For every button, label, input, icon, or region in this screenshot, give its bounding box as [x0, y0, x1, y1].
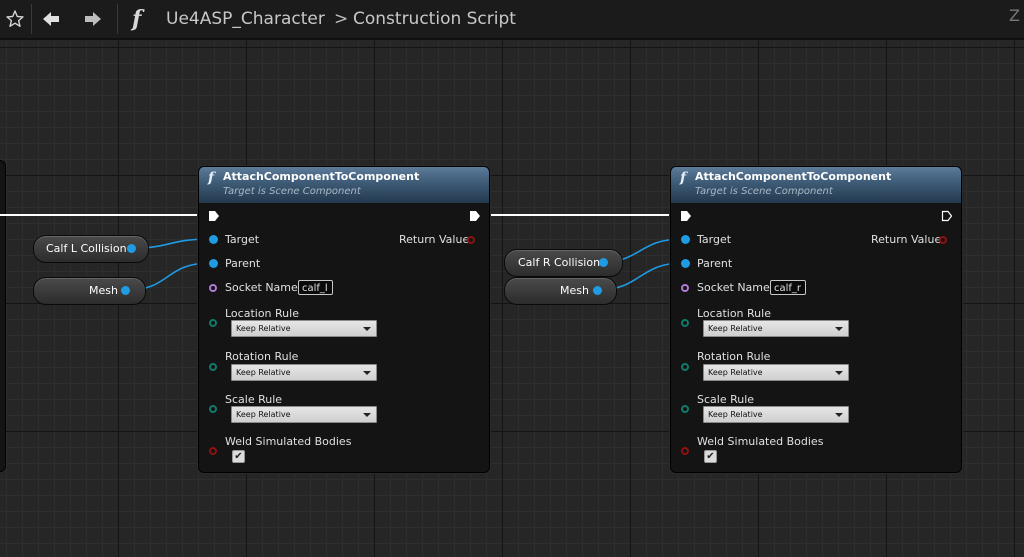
- breadcrumb-current[interactable]: Construction Script: [353, 0, 516, 38]
- weld-simulated-bodies-label: Weld Simulated Bodies: [225, 435, 352, 448]
- socket-name-label: Socket Name: [697, 281, 770, 294]
- calf-l-collision-getter[interactable]: Calf L Collision: [33, 235, 149, 263]
- location-rule-label: Location Rule: [697, 307, 771, 320]
- weld-pin-icon[interactable]: [681, 447, 689, 455]
- offscreen-node-edge[interactable]: [0, 160, 6, 472]
- function-icon: f: [208, 170, 215, 186]
- weld-checkbox[interactable]: ✔: [232, 450, 245, 463]
- node-subtitle: Target is Scene Component: [223, 186, 361, 197]
- mesh-left-getter[interactable]: Mesh: [33, 277, 146, 305]
- chevron-down-icon: [835, 327, 843, 331]
- target-pin-icon[interactable]: [209, 235, 218, 244]
- target-label: Target: [697, 233, 732, 246]
- exec-in-pin-icon[interactable]: [208, 210, 220, 222]
- location-rule-pin-icon[interactable]: [681, 319, 689, 327]
- calf-r-collision-getter[interactable]: Calf R Collision: [504, 249, 623, 277]
- scale-rule-pin-icon[interactable]: [209, 405, 217, 413]
- scale-rule-dropdown[interactable]: Keep Relative: [703, 406, 849, 423]
- dropdown-value: Keep Relative: [236, 324, 291, 333]
- rotation-rule-dropdown[interactable]: Keep Relative: [231, 364, 377, 381]
- parent-pin-icon[interactable]: [209, 259, 218, 268]
- node-title: AttachComponentToComponent: [695, 170, 892, 183]
- return-value-pin-icon[interactable]: [467, 236, 475, 244]
- output-pin-icon[interactable]: [599, 258, 608, 267]
- variable-label: Calf R Collision: [518, 256, 601, 269]
- chevron-down-icon: [363, 413, 371, 417]
- rotation-rule-label: Rotation Rule: [225, 350, 299, 363]
- toolbar-separator: [31, 4, 32, 34]
- attach-component-node-left[interactable]: f AttachComponentToComponent Target is S…: [198, 166, 490, 473]
- return-value-label: Return Value: [871, 233, 942, 246]
- scale-rule-dropdown[interactable]: Keep Relative: [231, 406, 377, 423]
- chevron-down-icon: [835, 371, 843, 375]
- dropdown-value: Keep Relative: [708, 368, 763, 377]
- favorite-star-icon[interactable]: [2, 0, 28, 38]
- scale-rule-label: Scale Rule: [225, 393, 283, 406]
- location-rule-dropdown[interactable]: Keep Relative: [703, 320, 849, 337]
- exec-in-pin-icon[interactable]: [680, 210, 692, 222]
- location-rule-pin-icon[interactable]: [209, 319, 217, 327]
- rotation-rule-dropdown[interactable]: Keep Relative: [703, 364, 849, 381]
- rotation-rule-pin-icon[interactable]: [209, 363, 217, 371]
- node-subtitle: Target is Scene Component: [695, 186, 833, 197]
- weld-simulated-bodies-label: Weld Simulated Bodies: [697, 435, 824, 448]
- breadcrumb-separator: >: [334, 9, 349, 29]
- chevron-down-icon: [363, 327, 371, 331]
- rotation-rule-label: Rotation Rule: [697, 350, 771, 363]
- function-icon: f: [132, 6, 142, 32]
- back-arrow-icon[interactable]: [38, 0, 64, 38]
- breadcrumb-parent[interactable]: Ue4ASP_Character: [166, 0, 325, 38]
- socket-name-input[interactable]: calf_l: [298, 280, 333, 295]
- exec-out-pin-icon[interactable]: [941, 210, 953, 222]
- function-icon: f: [680, 170, 687, 186]
- variable-label: Mesh: [560, 284, 589, 297]
- variable-label: Mesh: [89, 284, 118, 297]
- scale-rule-pin-icon[interactable]: [681, 405, 689, 413]
- dropdown-value: Keep Relative: [236, 368, 291, 377]
- dropdown-value: Keep Relative: [708, 410, 763, 419]
- node-title: AttachComponentToComponent: [223, 170, 420, 183]
- zoom-label: Z: [1009, 6, 1020, 25]
- target-pin-icon[interactable]: [681, 235, 690, 244]
- mesh-right-getter[interactable]: Mesh: [504, 277, 617, 305]
- parent-label: Parent: [697, 257, 733, 270]
- output-pin-icon[interactable]: [593, 286, 602, 295]
- toolbar-separator: [117, 4, 118, 34]
- target-label: Target: [225, 233, 260, 246]
- rotation-rule-pin-icon[interactable]: [681, 363, 689, 371]
- node-header[interactable]: f AttachComponentToComponent Target is S…: [199, 167, 489, 203]
- chevron-down-icon: [835, 413, 843, 417]
- location-rule-label: Location Rule: [225, 307, 299, 320]
- dropdown-value: Keep Relative: [708, 324, 763, 333]
- return-value-label: Return Value: [399, 233, 470, 246]
- dropdown-value: Keep Relative: [236, 410, 291, 419]
- scale-rule-label: Scale Rule: [697, 393, 755, 406]
- forward-arrow-icon[interactable]: [80, 0, 106, 38]
- location-rule-dropdown[interactable]: Keep Relative: [231, 320, 377, 337]
- output-pin-icon[interactable]: [127, 244, 136, 253]
- chevron-down-icon: [363, 371, 371, 375]
- variable-label: Calf L Collision: [46, 242, 127, 255]
- parent-label: Parent: [225, 257, 261, 270]
- exec-out-pin-icon[interactable]: [469, 210, 481, 222]
- weld-checkbox[interactable]: ✔: [704, 450, 717, 463]
- return-value-pin-icon[interactable]: [939, 236, 947, 244]
- socket-name-pin-icon[interactable]: [681, 284, 689, 292]
- attach-component-node-right[interactable]: f AttachComponentToComponent Target is S…: [670, 166, 962, 473]
- parent-pin-icon[interactable]: [681, 259, 690, 268]
- socket-name-input[interactable]: calf_r: [770, 280, 806, 295]
- socket-name-label: Socket Name: [225, 281, 298, 294]
- weld-pin-icon[interactable]: [209, 447, 217, 455]
- output-pin-icon[interactable]: [121, 286, 130, 295]
- toolbar: f Ue4ASP_Character > Construction Script…: [0, 0, 1024, 40]
- socket-name-pin-icon[interactable]: [209, 284, 217, 292]
- node-header[interactable]: f AttachComponentToComponent Target is S…: [671, 167, 961, 203]
